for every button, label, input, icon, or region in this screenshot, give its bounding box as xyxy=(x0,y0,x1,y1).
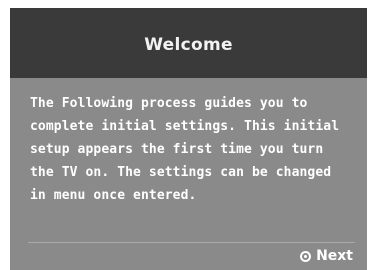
dialog-message: The Following process guides you to comp… xyxy=(30,96,340,203)
divider xyxy=(28,242,355,243)
next-button[interactable]: Next xyxy=(300,248,353,264)
enter-button-icon xyxy=(300,250,312,262)
welcome-dialog: Welcome The Following process guides you… xyxy=(10,8,367,270)
next-label: Next xyxy=(316,248,353,264)
dialog-header: Welcome xyxy=(10,8,367,78)
dialog-title: Welcome xyxy=(144,35,233,55)
